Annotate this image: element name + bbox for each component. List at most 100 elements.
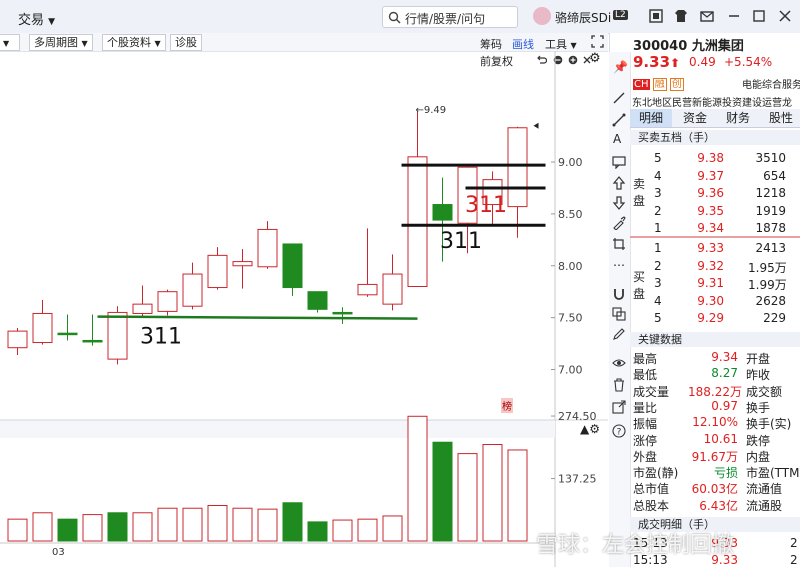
tab-stock-nature[interactable]: 股性 bbox=[760, 109, 800, 127]
key-data-value: 60.03亿 bbox=[691, 482, 738, 497]
key-data-row[interactable]: 量比 0.97 换手 bbox=[630, 399, 800, 415]
quote-panel: 300040 九洲集团 9.33⬆ 0.49 +5.54% CH 融 创 电能综… bbox=[630, 33, 800, 567]
ask-level: 4 bbox=[654, 168, 662, 183]
ranking-badge[interactable]: 榜 bbox=[501, 398, 513, 413]
help-icon[interactable]: ? bbox=[612, 424, 626, 438]
key-data-label-2: 开盘 bbox=[746, 352, 771, 366]
shirt-icon[interactable] bbox=[674, 9, 688, 23]
bid-price: 9.29 bbox=[697, 311, 724, 325]
chevron-down-icon: ▼ bbox=[48, 17, 56, 27]
magnet-icon[interactable] bbox=[612, 287, 626, 301]
tab-finance[interactable]: 财务 bbox=[717, 109, 759, 127]
industry-tag[interactable]: 电能综合服务 bbox=[742, 76, 800, 91]
minimize-icon[interactable] bbox=[727, 9, 741, 23]
bid-price: 9.32 bbox=[697, 258, 724, 273]
volume-bar bbox=[57, 518, 78, 542]
ask-row[interactable]: 3 9.36 1218 bbox=[630, 186, 800, 202]
stock-code: 300040 bbox=[633, 39, 688, 54]
tools-button[interactable]: 工具 ▼ bbox=[545, 36, 577, 52]
arrow-down-icon[interactable] bbox=[612, 196, 626, 210]
chart-canvas[interactable]: 311311311←9.49 9.008.508.007.507.00274.5… bbox=[0, 51, 608, 567]
chart-toolbar: ▼ 多周期图 ▼ 个股资料 ▼ 诊股 筹码 画线 工具 ▼ bbox=[0, 33, 608, 52]
tab-capital[interactable]: 资金 bbox=[674, 109, 716, 127]
bid-row[interactable]: 4 9.30 2628 bbox=[630, 294, 800, 310]
ask-row[interactable]: 2 9.35 1919 bbox=[630, 204, 800, 220]
volume-bar bbox=[332, 519, 353, 542]
pencil-icon[interactable] bbox=[612, 327, 626, 341]
tab-detail[interactable]: 明细 bbox=[630, 109, 672, 127]
trade-menu[interactable]: 交易 ▼ bbox=[18, 9, 55, 28]
key-data-row[interactable]: 最低 8.27 昨收 bbox=[630, 366, 800, 382]
toolbar-button-left[interactable]: ▼ bbox=[0, 34, 20, 51]
segment-tool-icon[interactable] bbox=[612, 113, 626, 127]
brush-tool-icon[interactable] bbox=[612, 216, 626, 230]
search-input[interactable]: 行情/股票/问句 bbox=[382, 6, 518, 28]
export-icon[interactable] bbox=[612, 400, 626, 414]
badge-gem[interactable]: 创 bbox=[669, 78, 684, 91]
eye-icon[interactable] bbox=[612, 356, 626, 370]
draw-line-button[interactable]: 画线 bbox=[512, 36, 534, 52]
bid-level: 3 bbox=[654, 276, 662, 290]
multi-period-button[interactable]: 多周期图 ▼ bbox=[29, 34, 93, 51]
search-placeholder: 行情/股票/问句 bbox=[405, 12, 486, 26]
badge-ch[interactable]: CH bbox=[633, 79, 650, 90]
key-data-row[interactable]: 成交量 188.22万 成交额 bbox=[630, 383, 800, 399]
key-data-row[interactable]: 外盘 91.67万 内盘 bbox=[630, 448, 800, 464]
bid-volume: 229 bbox=[763, 311, 786, 325]
copy-icon[interactable] bbox=[612, 307, 626, 321]
arrow-up-icon[interactable] bbox=[612, 176, 626, 190]
ask-row[interactable]: 5 9.38 3510 bbox=[630, 151, 800, 167]
key-data-row[interactable]: 涨停 10.61 跌停 bbox=[630, 432, 800, 448]
ask-level: 5 bbox=[654, 151, 662, 165]
maximize-icon[interactable] bbox=[752, 9, 766, 23]
ask-row[interactable]: 4 9.37 654 bbox=[630, 169, 800, 185]
candle-body bbox=[507, 127, 528, 208]
crop-tool-icon[interactable] bbox=[612, 237, 626, 251]
volume-settings-icon[interactable]: ▲⚙ bbox=[580, 422, 600, 436]
window-icon[interactable] bbox=[649, 9, 663, 23]
key-data-row[interactable]: 市盈(静) 亏损 市盈(TTM bbox=[630, 464, 800, 480]
mail-icon[interactable] bbox=[700, 9, 714, 23]
text-tool-icon[interactable]: A bbox=[613, 132, 621, 146]
key-data-row[interactable]: 总市值 60.03亿 流通值 bbox=[630, 480, 800, 496]
close-icon[interactable] bbox=[778, 9, 792, 23]
bid-row[interactable]: 3 9.31 1.99万 bbox=[630, 276, 800, 292]
more-tools-icon[interactable]: … bbox=[613, 255, 625, 269]
candle-body bbox=[182, 273, 203, 307]
watermark: 雪球：左会控制回撤 bbox=[536, 533, 735, 558]
chip-button[interactable]: 筹码 bbox=[480, 36, 502, 52]
region-tag[interactable]: 东北地区民营新能源投资建设运营龙 bbox=[632, 94, 792, 109]
key-data-row[interactable]: 振幅 12.10% 换手(实) bbox=[630, 415, 800, 431]
candle-body bbox=[157, 291, 178, 312]
ask-volume: 3510 bbox=[755, 151, 786, 165]
ask-row[interactable]: 1 9.34 1878 bbox=[630, 221, 800, 237]
diagnose-button[interactable]: 诊股 bbox=[170, 34, 202, 51]
badge-margin[interactable]: 融 bbox=[652, 78, 667, 91]
ask-volume: 654 bbox=[763, 168, 786, 183]
bid-row[interactable]: 2 9.32 1.95万 bbox=[630, 259, 800, 275]
candle-body bbox=[7, 330, 28, 349]
candle-body bbox=[82, 339, 103, 343]
bid-level: 1 bbox=[654, 241, 662, 255]
key-data-label: 外盘 bbox=[633, 449, 658, 464]
username[interactable]: 骆缔辰SDi bbox=[555, 9, 611, 26]
key-data-label: 最高 bbox=[633, 352, 658, 366]
comment-tool-icon[interactable] bbox=[612, 155, 626, 169]
bid-row[interactable]: 1 9.33 2413 bbox=[630, 241, 800, 257]
ask-volume: 1218 bbox=[755, 186, 786, 200]
fullscreen-icon[interactable] bbox=[591, 35, 604, 48]
candle-body bbox=[132, 303, 153, 314]
y-tick-label: 8.50 bbox=[558, 208, 583, 221]
candle-body bbox=[432, 204, 453, 221]
stock-info-button[interactable]: 个股资料 ▼ bbox=[102, 34, 166, 51]
trash-icon[interactable] bbox=[612, 378, 626, 392]
avatar[interactable] bbox=[533, 7, 551, 25]
pin-icon[interactable]: 📌 bbox=[613, 60, 628, 74]
bid-row[interactable]: 5 9.29 229 bbox=[630, 311, 800, 327]
key-data-value: 10.61 bbox=[703, 431, 738, 446]
key-data-row[interactable]: 最高 9.34 开盘 bbox=[630, 350, 800, 366]
volume-bar bbox=[382, 515, 403, 542]
key-data-row[interactable]: 总股本 6.43亿 流通股 bbox=[630, 497, 800, 513]
line-tool-icon[interactable] bbox=[612, 91, 626, 105]
bid-level: 5 bbox=[654, 311, 662, 325]
